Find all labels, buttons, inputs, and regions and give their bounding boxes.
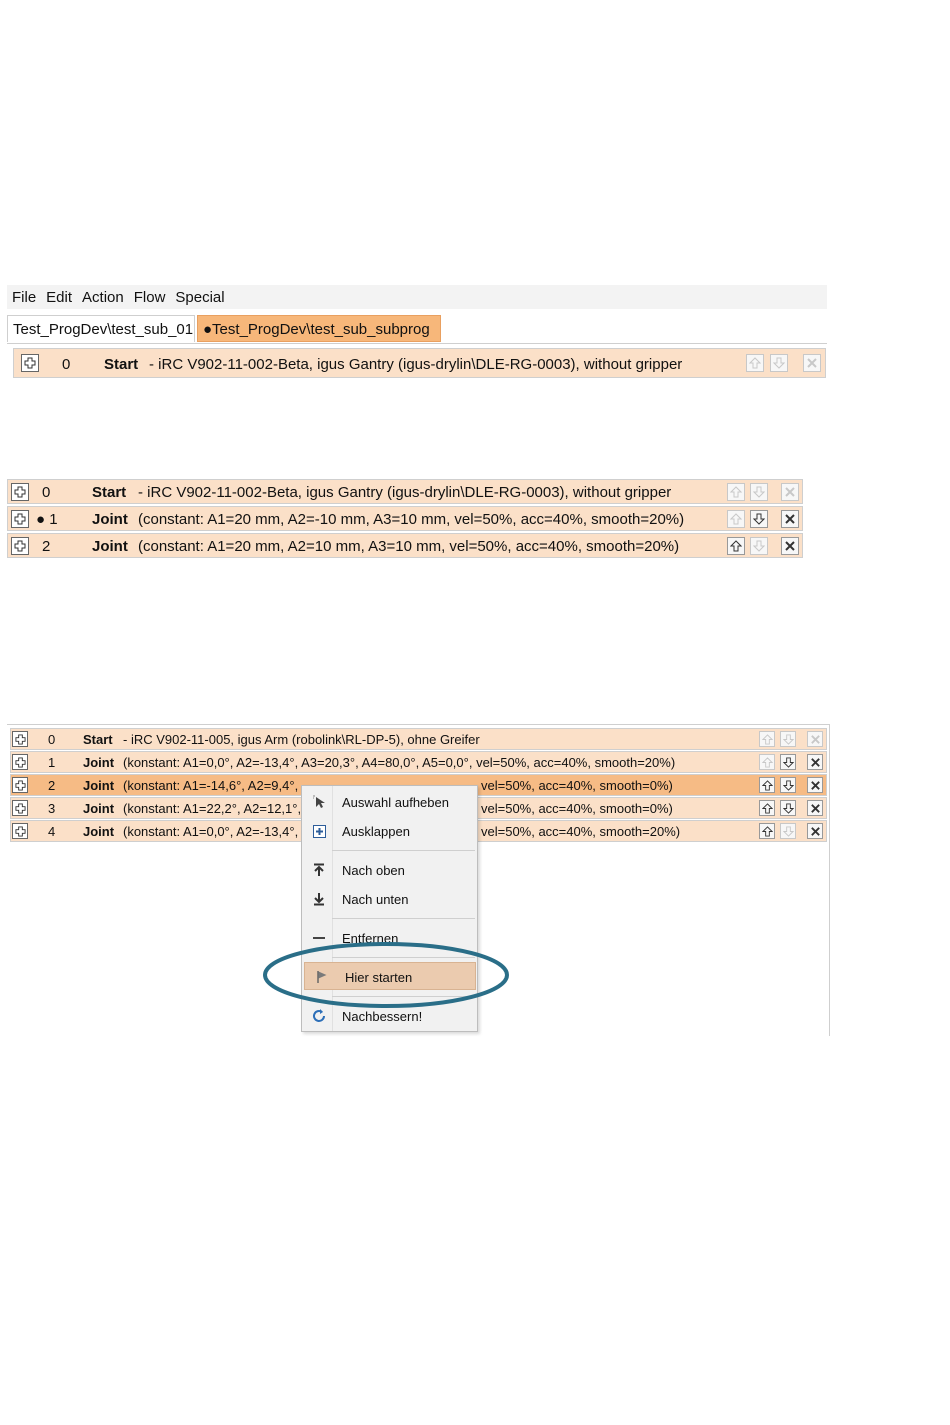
row-number: 0 bbox=[48, 732, 56, 747]
program-row[interactable]: 0 Start - iRC V902-11-002-Beta, igus Gan… bbox=[13, 348, 826, 378]
move-down-icon[interactable] bbox=[750, 537, 768, 555]
row-description: (konstant: A1=0,0°, A2=-13,4°, bbox=[123, 824, 299, 839]
expand-icon[interactable] bbox=[11, 483, 29, 501]
menu-item-label: Nach oben bbox=[342, 863, 405, 878]
row-number: 4 bbox=[48, 824, 56, 839]
menu-action[interactable]: Action bbox=[77, 289, 129, 306]
row-number: 2 bbox=[48, 778, 56, 793]
delete-icon[interactable] bbox=[781, 537, 799, 555]
row-number: 0 bbox=[42, 484, 51, 501]
program-row[interactable]: 0 Start - iRC V902-11-002-Beta, igus Gan… bbox=[7, 479, 803, 504]
delete-icon[interactable] bbox=[807, 754, 823, 770]
row-description-tail: vel=50%, acc=40%, smooth=0%) bbox=[481, 801, 673, 816]
row-number: 0 bbox=[62, 356, 71, 373]
delete-icon[interactable] bbox=[807, 800, 823, 816]
tab-bar: Test_ProgDev\test_sub_01 ●Test_ProgDev\t… bbox=[7, 311, 827, 344]
row-description: - iRC V902-11-002-Beta, igus Gantry (igu… bbox=[149, 356, 683, 373]
row-command: Start bbox=[92, 484, 127, 501]
move-up-icon[interactable] bbox=[759, 777, 775, 793]
expand-icon[interactable] bbox=[11, 537, 29, 555]
row-description: - iRC V902-11-002-Beta, igus Gantry (igu… bbox=[138, 484, 672, 501]
menu-item-label: Ausklappen bbox=[342, 824, 410, 839]
arrow-up-icon bbox=[311, 862, 327, 878]
move-up-icon[interactable] bbox=[727, 483, 745, 501]
row-command: Joint bbox=[83, 778, 115, 793]
move-down-icon[interactable] bbox=[780, 823, 796, 839]
move-up-icon[interactable] bbox=[746, 354, 764, 372]
arrow-down-icon bbox=[311, 891, 327, 907]
menu-item-move-up[interactable]: Nach oben bbox=[302, 856, 477, 884]
row-number: ● 1 bbox=[36, 511, 58, 528]
row-command: Joint bbox=[83, 824, 115, 839]
row-description: (constant: A1=20 mm, A2=10 mm, A3=10 mm,… bbox=[138, 538, 680, 555]
move-down-icon[interactable] bbox=[780, 777, 796, 793]
move-down-icon[interactable] bbox=[780, 754, 796, 770]
row-command: Joint bbox=[83, 801, 115, 816]
delete-icon[interactable] bbox=[781, 483, 799, 501]
expand-icon[interactable] bbox=[21, 354, 39, 372]
delete-icon[interactable] bbox=[807, 823, 823, 839]
move-up-icon[interactable] bbox=[759, 823, 775, 839]
move-up-icon[interactable] bbox=[759, 731, 775, 747]
move-up-icon[interactable] bbox=[727, 537, 745, 555]
menu-item-label: Nach unten bbox=[342, 892, 409, 907]
row-description: - iRC V902-11-005, igus Arm (robolink\RL… bbox=[123, 732, 480, 747]
row-number: 1 bbox=[48, 755, 56, 770]
row-number: 3 bbox=[48, 801, 56, 816]
delete-icon[interactable] bbox=[807, 777, 823, 793]
menu-item-deselect[interactable]: Auswahl aufheben bbox=[302, 788, 477, 816]
menu-item-move-down[interactable]: Nach unten bbox=[302, 885, 477, 913]
menu-bar: File Edit Action Flow Special bbox=[7, 285, 827, 309]
row-description: (konstant: A1=-14,6°, A2=9,4°, bbox=[123, 778, 299, 793]
expand-icon bbox=[311, 823, 327, 839]
expand-icon[interactable] bbox=[12, 754, 28, 770]
move-up-icon[interactable] bbox=[727, 510, 745, 528]
expand-icon[interactable] bbox=[11, 510, 29, 528]
program-row[interactable]: ● 1 Joint (constant: A1=20 mm, A2=-10 mm… bbox=[7, 506, 803, 531]
row-description-tail: vel=50%, acc=40%, smooth=0%) bbox=[481, 778, 673, 793]
tab-test-sub-01[interactable]: Test_ProgDev\test_sub_01 bbox=[7, 315, 195, 342]
row-command: Start bbox=[83, 732, 113, 747]
delete-icon[interactable] bbox=[781, 510, 799, 528]
expand-icon[interactable] bbox=[12, 800, 28, 816]
move-down-icon[interactable] bbox=[770, 354, 788, 372]
move-down-icon[interactable] bbox=[780, 800, 796, 816]
menu-file[interactable]: File bbox=[7, 289, 41, 306]
expand-icon[interactable] bbox=[12, 823, 28, 839]
cursor-deselect-icon bbox=[311, 794, 327, 810]
row-command: Joint bbox=[92, 538, 128, 555]
menu-item-expand[interactable]: Ausklappen bbox=[302, 817, 477, 845]
menu-item-label: Auswahl aufheben bbox=[342, 795, 449, 810]
expand-icon[interactable] bbox=[12, 731, 28, 747]
row-command: Joint bbox=[92, 511, 128, 528]
move-down-icon[interactable] bbox=[750, 483, 768, 501]
menu-edit[interactable]: Edit bbox=[41, 289, 77, 306]
row-command: Start bbox=[104, 356, 139, 373]
highlight-ellipse bbox=[263, 942, 509, 1008]
menu-flow[interactable]: Flow bbox=[129, 289, 171, 306]
menu-item-label: Nachbessern! bbox=[342, 1009, 423, 1024]
expand-icon[interactable] bbox=[12, 777, 28, 793]
row-description: (konstant: A1=22,2°, A2=12,1°, bbox=[123, 801, 302, 816]
row-description: (constant: A1=20 mm, A2=-10 mm, A3=10 mm… bbox=[138, 511, 685, 528]
move-down-icon[interactable] bbox=[780, 731, 796, 747]
program-row[interactable]: 2 Joint (constant: A1=20 mm, A2=10 mm, A… bbox=[7, 533, 803, 558]
delete-icon[interactable] bbox=[803, 354, 821, 372]
refresh-icon bbox=[311, 1008, 327, 1024]
row-command: Joint bbox=[83, 755, 115, 770]
row-description-tail: vel=50%, acc=40%, smooth=20%) bbox=[481, 824, 681, 839]
move-up-icon[interactable] bbox=[759, 754, 775, 770]
tab-test-sub-subprog[interactable]: ●Test_ProgDev\test_sub_subprog bbox=[197, 315, 441, 342]
move-up-icon[interactable] bbox=[759, 800, 775, 816]
move-down-icon[interactable] bbox=[750, 510, 768, 528]
row-number: 2 bbox=[42, 538, 51, 555]
delete-icon[interactable] bbox=[807, 731, 823, 747]
program-row[interactable]: 1 Joint (konstant: A1=0,0°, A2=-13,4°, A… bbox=[10, 751, 827, 773]
row-description: (konstant: A1=0,0°, A2=-13,4°, A3=20,3°,… bbox=[123, 755, 676, 770]
menu-special[interactable]: Special bbox=[170, 289, 229, 306]
program-row[interactable]: 0 Start - iRC V902-11-005, igus Arm (rob… bbox=[10, 728, 827, 750]
